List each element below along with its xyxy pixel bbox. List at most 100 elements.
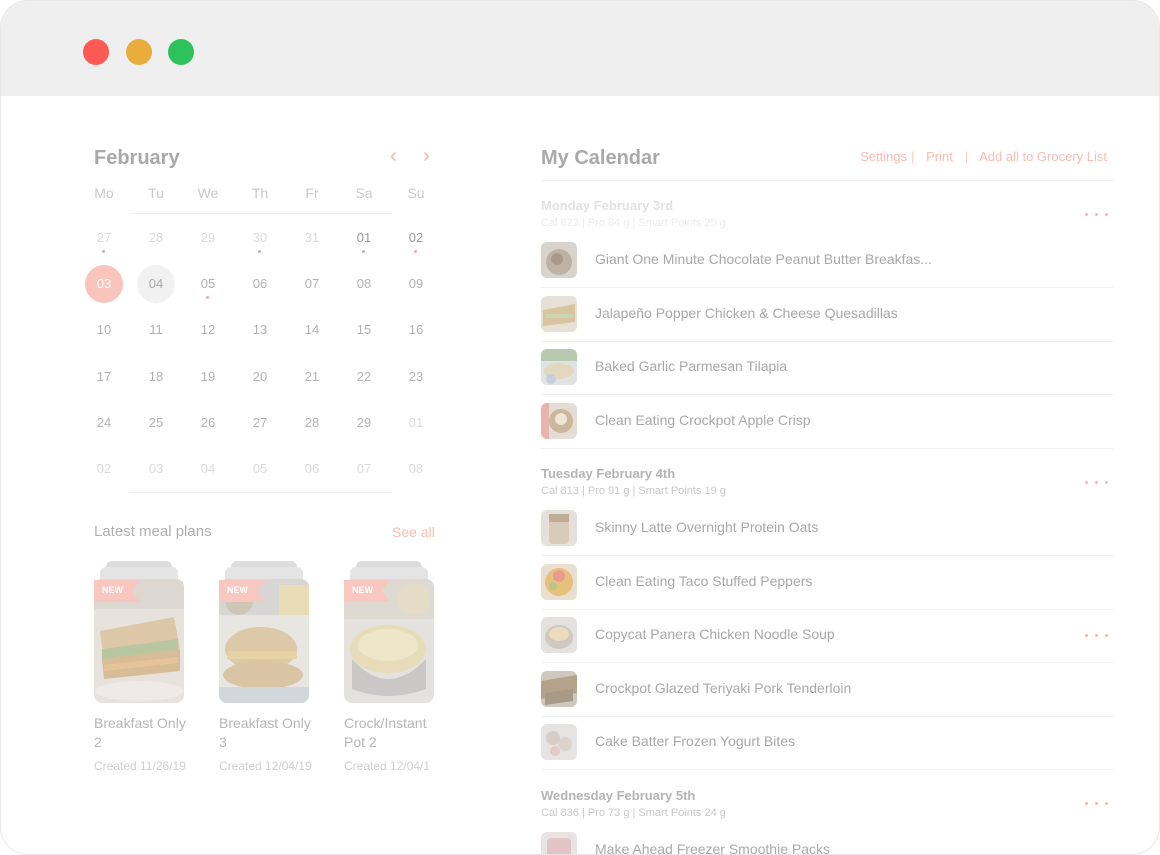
- calendar-day[interactable]: 05: [189, 265, 227, 303]
- calendar-day[interactable]: 27: [85, 219, 123, 257]
- meal-row[interactable]: Jalapeño Popper Chicken & Cheese Quesadi…: [541, 288, 1113, 342]
- calendar-day[interactable]: 10: [85, 311, 123, 349]
- meal-row[interactable]: Copycat Panera Chicken Noodle Soup: [541, 609, 1113, 663]
- weekday-label: We: [197, 185, 219, 201]
- plan-created-date: Created 11/26/19: [94, 759, 186, 773]
- calendar-day[interactable]: 30: [241, 219, 279, 257]
- new-badge: NEW: [94, 580, 140, 602]
- calendar-day[interactable]: 08: [397, 450, 435, 488]
- calendar-day[interactable]: 06: [241, 265, 279, 303]
- more-options-icon[interactable]: [1085, 210, 1109, 220]
- calendar-divider: [130, 213, 392, 214]
- calendar-day[interactable]: 07: [293, 265, 331, 303]
- calendar-day[interactable]: 31: [293, 219, 331, 257]
- meal-title: Skinny Latte Overnight Protein Oats: [595, 519, 819, 535]
- meal-title: Giant One Minute Chocolate Peanut Butter…: [595, 251, 932, 267]
- calendar-day[interactable]: 23: [397, 358, 435, 396]
- calendar-day[interactable]: 24: [85, 404, 123, 442]
- meal-thumbnail: [541, 349, 577, 385]
- add-all-to-grocery-list-link[interactable]: Add all to Grocery List: [979, 149, 1107, 164]
- see-all-link[interactable]: See all: [392, 524, 435, 540]
- calendar-day-today[interactable]: 03: [85, 265, 123, 303]
- calendar-day[interactable]: 14: [293, 311, 331, 349]
- calendar-day[interactable]: 12: [189, 311, 227, 349]
- settings-link[interactable]: Settings: [860, 149, 907, 164]
- calendar-day[interactable]: 07: [345, 450, 383, 488]
- more-options-icon[interactable]: [1085, 631, 1109, 641]
- calendar-day[interactable]: 20: [241, 358, 279, 396]
- calendar-day[interactable]: 28: [293, 404, 331, 442]
- calendar-day[interactable]: 15: [345, 311, 383, 349]
- app-window: February ‹ › Mo Tu We Th Fr Sa Su 27 28 …: [0, 0, 1160, 855]
- meal-thumbnail: [541, 403, 577, 439]
- calendar-day[interactable]: 06: [293, 450, 331, 488]
- meal-row[interactable]: Cake Batter Frozen Yogurt Bites: [541, 716, 1113, 770]
- meal-title: Make Ahead Freezer Smoothie Packs: [595, 841, 831, 855]
- plan-created-date: Created 12/04/1: [344, 759, 431, 773]
- calendar-day[interactable]: 29: [189, 219, 227, 257]
- meal-title: Crockpot Glazed Teriyaki Pork Tenderloin: [595, 680, 852, 696]
- close-window-button[interactable]: [83, 39, 109, 65]
- meal-row[interactable]: Crockpot Glazed Teriyaki Pork Tenderloin: [541, 663, 1113, 717]
- meal-thumbnail: [541, 296, 577, 332]
- calendar-day[interactable]: 11: [137, 311, 175, 349]
- calendar-day[interactable]: 02: [85, 450, 123, 488]
- event-dot: [414, 250, 417, 253]
- minimize-window-button[interactable]: [126, 39, 152, 65]
- calendar-day[interactable]: 02: [397, 219, 435, 257]
- chevron-left-icon[interactable]: ‹: [390, 145, 397, 168]
- plan-name: Crock/Instant Pot 2: [344, 715, 427, 750]
- meal-row[interactable]: Giant One Minute Chocolate Peanut Butter…: [541, 234, 1113, 288]
- meal-title: Clean Eating Crockpot Apple Crisp: [595, 412, 811, 428]
- calendar-day[interactable]: 17: [85, 358, 123, 396]
- calendar-day[interactable]: 01: [345, 219, 383, 257]
- calendar-day[interactable]: 01: [397, 404, 435, 442]
- more-options-icon[interactable]: [1085, 478, 1109, 488]
- meal-row[interactable]: Make Ahead Freezer Smoothie Packs: [541, 824, 1113, 855]
- calendar-day-selected[interactable]: 04: [137, 265, 175, 303]
- calendar-day[interactable]: 26: [189, 404, 227, 442]
- plan-stack: NEW: [219, 561, 309, 705]
- title-bar: [1, 1, 1159, 96]
- calendar-day[interactable]: 05: [241, 450, 279, 488]
- day-stats: Cal 813 | Pro 91 g | Smart Points 19 g: [541, 485, 726, 497]
- month-title: February: [94, 147, 180, 169]
- header-divider: [541, 180, 1113, 181]
- meal-title: Baked Garlic Parmesan Tilapia: [595, 358, 788, 374]
- new-badge: NEW: [344, 580, 390, 602]
- zoom-window-button[interactable]: [168, 39, 194, 65]
- calendar-day[interactable]: 28: [137, 219, 175, 257]
- event-dot: [206, 296, 209, 299]
- latest-meal-plans-title: Latest meal plans: [94, 523, 212, 540]
- calendar-day[interactable]: 04: [189, 450, 227, 488]
- weekday-label: Su: [407, 185, 425, 201]
- day-name: Wednesday February 5th: [541, 788, 696, 803]
- day-stats: Cal 823 | Pro 84 g | Smart Points 25 g: [541, 217, 726, 229]
- calendar-day[interactable]: 21: [293, 358, 331, 396]
- calendar-day[interactable]: 25: [137, 404, 175, 442]
- weekday-label: Mo: [94, 185, 114, 201]
- more-options-icon[interactable]: [1085, 799, 1109, 809]
- calendar-day[interactable]: 19: [189, 358, 227, 396]
- calendar-day[interactable]: 13: [241, 311, 279, 349]
- calendar-divider: [130, 492, 392, 493]
- calendar-day[interactable]: 29: [345, 404, 383, 442]
- meal-thumbnail: [541, 510, 577, 546]
- plan-name: Breakfast Only 3: [219, 715, 311, 750]
- day-header: Monday February 3rd Cal 823 | Pro 84 g |…: [541, 198, 726, 229]
- meal-row[interactable]: Clean Eating Taco Stuffed Peppers: [541, 556, 1113, 610]
- print-link[interactable]: Print: [926, 149, 953, 164]
- calendar-day[interactable]: 16: [397, 311, 435, 349]
- meal-row[interactable]: Baked Garlic Parmesan Tilapia: [541, 341, 1113, 395]
- meal-row[interactable]: Clean Eating Crockpot Apple Crisp: [541, 395, 1113, 449]
- meal-thumbnail: [541, 724, 577, 760]
- calendar-day[interactable]: 18: [137, 358, 175, 396]
- calendar-day[interactable]: 27: [241, 404, 279, 442]
- meal-thumbnail: [541, 671, 577, 707]
- chevron-right-icon[interactable]: ›: [423, 145, 430, 168]
- calendar-day[interactable]: 08: [345, 265, 383, 303]
- calendar-day[interactable]: 09: [397, 265, 435, 303]
- meal-row[interactable]: Skinny Latte Overnight Protein Oats: [541, 502, 1113, 556]
- calendar-day[interactable]: 03: [137, 450, 175, 488]
- calendar-day[interactable]: 22: [345, 358, 383, 396]
